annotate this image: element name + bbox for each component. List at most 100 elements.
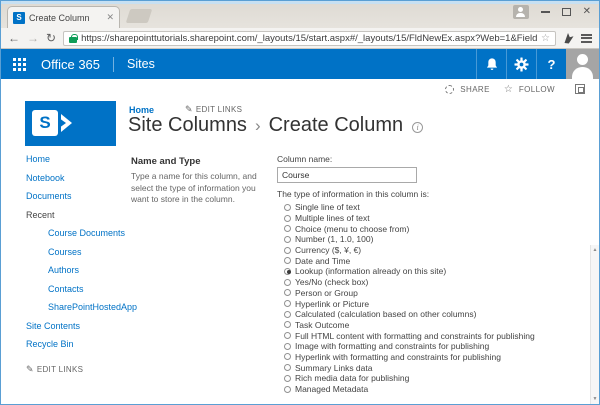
sidebar-item-label: Contacts <box>48 284 84 294</box>
address-bar[interactable]: https://sharepointtutorials.sharepoint.c… <box>63 31 556 46</box>
share-button[interactable]: SHARE <box>460 85 490 94</box>
page-content: Home Notebook Documents Recent Course Do… <box>1 149 599 404</box>
radio-button-icon[interactable] <box>284 204 291 211</box>
sidebar-item-label: Site Contents <box>26 321 80 331</box>
sidebar-item[interactable]: SharePointHostedApp <box>26 302 137 321</box>
scroll-up-icon[interactable]: ▲ <box>591 247 599 253</box>
column-type-option[interactable]: Managed Metadata <box>277 384 583 395</box>
radio-button-icon[interactable] <box>284 311 291 318</box>
sidebar-item-label: Notebook <box>26 173 65 183</box>
sidebar-item-label: Course Documents <box>48 228 125 238</box>
radio-button-icon[interactable] <box>284 364 291 371</box>
new-tab-button[interactable] <box>126 9 153 23</box>
info-icon[interactable]: i <box>412 122 423 133</box>
pencil-icon: ✎ <box>185 104 193 114</box>
sidebar-item[interactable]: Documents <box>26 191 137 210</box>
radio-button-icon[interactable] <box>284 257 291 264</box>
browser-tab[interactable]: S Create Column ✕ <box>7 6 120 28</box>
page-scrollbar[interactable]: ▲ ▼ <box>590 245 599 404</box>
extension-icon[interactable] <box>563 32 574 44</box>
radio-button-icon[interactable] <box>284 375 291 382</box>
focus-mode-icon[interactable] <box>575 84 585 94</box>
sites-nav-link[interactable]: Sites <box>127 57 155 71</box>
sidebar-item[interactable]: Contacts <box>26 284 137 303</box>
column-type-option[interactable]: Summary Links data <box>277 362 583 373</box>
forward-icon[interactable]: → <box>27 32 39 44</box>
browser-menu-icon[interactable] <box>581 34 592 43</box>
sidebar-item[interactable]: Notebook <box>26 173 137 192</box>
page-title-primary[interactable]: Site Columns <box>128 114 247 137</box>
user-avatar[interactable] <box>566 49 599 79</box>
column-type-option[interactable]: Image with formatting and constraints fo… <box>277 341 583 352</box>
notifications-button[interactable] <box>476 49 506 79</box>
back-icon[interactable]: ← <box>8 32 20 44</box>
scroll-down-icon[interactable]: ▼ <box>591 396 599 402</box>
sidebar-item[interactable]: Recent <box>26 210 137 229</box>
column-type-option-label: Hyperlink with formatting and constraint… <box>295 352 501 362</box>
https-lock-icon <box>69 34 77 43</box>
bookmark-star-icon[interactable]: ☆ <box>541 33 550 44</box>
browser-window: S Create Column ✕ ✕ ← → ↻ https://sharep… <box>0 0 600 405</box>
column-type-option[interactable]: Lookup (information already on this site… <box>277 266 583 277</box>
radio-button-icon[interactable] <box>284 321 291 328</box>
column-type-options: Single line of text Multiple lines of te… <box>277 202 583 394</box>
column-type-option-label: Rich media data for publishing <box>295 373 409 383</box>
radio-button-icon[interactable] <box>284 386 291 393</box>
column-type-option[interactable]: Choice (menu to choose from) <box>277 223 583 234</box>
radio-button-icon[interactable] <box>284 289 291 296</box>
minimize-icon[interactable] <box>541 11 550 13</box>
column-type-option[interactable]: Hyperlink or Picture <box>277 298 583 309</box>
app-launcher-icon[interactable] <box>13 58 26 71</box>
column-type-option-label: Yes/No (check box) <box>295 277 368 287</box>
url-text[interactable]: https://sharepointtutorials.sharepoint.c… <box>81 33 537 44</box>
sidebar-item[interactable]: Course Documents <box>26 228 137 247</box>
close-icon[interactable]: ✕ <box>583 7 591 17</box>
radio-button-icon[interactable] <box>284 236 291 243</box>
column-type-option[interactable]: Multiple lines of text <box>277 213 583 224</box>
sidebar-edit-links[interactable]: ✎EDIT LINKS <box>26 364 83 375</box>
radio-button-icon[interactable] <box>284 215 291 222</box>
sidebar-item-label: Recent <box>26 210 55 220</box>
help-button[interactable]: ? <box>536 49 566 79</box>
refresh-icon[interactable]: ↻ <box>46 32 56 44</box>
office365-brand-link[interactable]: Office 365 <box>41 57 100 72</box>
browser-profile-icon[interactable] <box>513 5 529 19</box>
sharepoint-site-logo[interactable]: S <box>25 101 116 146</box>
column-type-option[interactable]: Number (1, 1.0, 100) <box>277 234 583 245</box>
sidebar-item[interactable]: Site Contents <box>26 321 137 340</box>
radio-button-icon[interactable] <box>284 268 291 275</box>
sidebar-item[interactable]: Home <box>26 154 137 173</box>
radio-button-icon[interactable] <box>284 247 291 254</box>
column-type-option[interactable]: Date and Time <box>277 255 583 266</box>
settings-button[interactable] <box>506 49 536 79</box>
sidebar-item[interactable]: Recycle Bin <box>26 339 137 358</box>
column-type-option[interactable]: Task Outcome <box>277 320 583 331</box>
column-type-option-label: Number (1, 1.0, 100) <box>295 234 373 244</box>
column-type-option[interactable]: Hyperlink with formatting and constraint… <box>277 352 583 363</box>
radio-button-icon[interactable] <box>284 225 291 232</box>
share-icon <box>445 85 454 94</box>
column-type-option[interactable]: Currency ($, ¥, €) <box>277 245 583 256</box>
column-type-option-label: Calculated (calculation based on other c… <box>295 309 476 319</box>
sidebar-item[interactable]: Courses <box>26 247 137 266</box>
column-type-option[interactable]: Rich media data for publishing <box>277 373 583 384</box>
column-type-option[interactable]: Calculated (calculation based on other c… <box>277 309 583 320</box>
radio-button-icon[interactable] <box>284 332 291 339</box>
sidebar-item[interactable]: Authors <box>26 265 137 284</box>
sidebar-item-label: SharePointHostedApp <box>48 302 137 312</box>
column-type-option[interactable]: Single line of text <box>277 202 583 213</box>
tab-close-icon[interactable]: ✕ <box>106 12 114 23</box>
sharepoint-favicon-icon: S <box>13 12 25 24</box>
maximize-icon[interactable] <box>562 8 571 16</box>
column-type-option-label: Summary Links data <box>295 363 372 373</box>
breadcrumb-home-link[interactable]: Home <box>129 105 154 115</box>
column-name-input[interactable] <box>277 167 417 183</box>
radio-button-icon[interactable] <box>284 343 291 350</box>
column-type-option[interactable]: Full HTML content with formatting and co… <box>277 330 583 341</box>
radio-button-icon[interactable] <box>284 353 291 360</box>
radio-button-icon[interactable] <box>284 279 291 286</box>
follow-button[interactable]: FOLLOW <box>519 85 555 94</box>
column-type-option[interactable]: Yes/No (check box) <box>277 277 583 288</box>
radio-button-icon[interactable] <box>284 300 291 307</box>
column-type-option[interactable]: Person or Group <box>277 288 583 299</box>
